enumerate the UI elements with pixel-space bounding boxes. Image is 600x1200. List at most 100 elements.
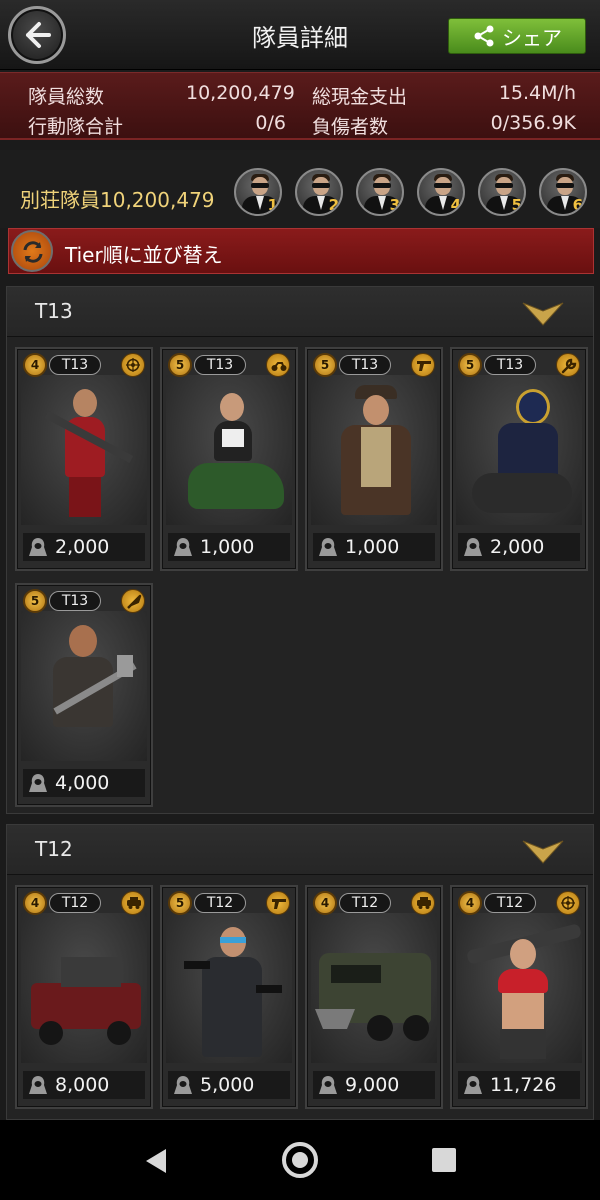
power-box: 4,000 xyxy=(23,769,145,797)
tier-panel-t12: T12 4 T12 8,000 5 T12 5,000 4 T12 9,000 … xyxy=(6,824,594,1120)
cash-value: 15.4M/h xyxy=(498,82,576,104)
member-portrait xyxy=(21,913,147,1063)
power-box: 8,000 xyxy=(23,1071,145,1099)
power-value: 5,000 xyxy=(200,1074,255,1096)
power-box: 9,000 xyxy=(313,1071,435,1099)
member-portrait xyxy=(21,611,147,761)
villa-label-text: 別荘隊員 xyxy=(20,188,100,212)
tier-badge: T13 xyxy=(194,355,246,375)
tier-badge: T12 xyxy=(194,893,246,913)
agent-slot-2[interactable]: 2 xyxy=(295,168,343,216)
power-value: 11,726 xyxy=(490,1074,557,1096)
tier-badge: T12 xyxy=(339,893,391,913)
tier-badge: T12 xyxy=(484,893,536,913)
system-nav-bar xyxy=(0,1120,600,1200)
power-box: 2,000 xyxy=(23,533,145,561)
member-card[interactable]: 5 T13 1,000 xyxy=(305,347,443,571)
power-box: 1,000 xyxy=(313,533,435,561)
power-value: 8,000 xyxy=(55,1074,110,1096)
agent-index: 3 xyxy=(389,196,400,214)
tier-badge: T13 xyxy=(49,591,101,611)
agent-index: 5 xyxy=(511,196,522,214)
injured-label: 負傷者数 xyxy=(312,116,389,138)
chevron-down-icon[interactable] xyxy=(521,837,565,865)
knife-icon xyxy=(121,589,145,613)
agent-slot-3[interactable]: 3 xyxy=(356,168,404,216)
hooded-figure-icon xyxy=(464,538,482,556)
agent-slot-4[interactable]: 4 xyxy=(417,168,465,216)
member-portrait xyxy=(166,375,292,525)
wrench-icon xyxy=(556,353,580,377)
member-card[interactable]: 4 T12 8,000 xyxy=(15,885,153,1109)
agent-index: 1 xyxy=(267,196,278,214)
power-value: 1,000 xyxy=(345,536,400,558)
nav-back-icon[interactable] xyxy=(144,1148,168,1174)
gun-icon xyxy=(411,353,435,377)
gun-icon xyxy=(266,891,290,915)
star-badge: 4 xyxy=(313,891,337,915)
power-value: 2,000 xyxy=(490,536,545,558)
power-box: 2,000 xyxy=(458,533,580,561)
power-box: 11,726 xyxy=(458,1071,580,1099)
member-card[interactable]: 5 T13 2,000 xyxy=(450,347,588,571)
agent-slot-1[interactable]: 1 xyxy=(234,168,282,216)
sort-icon xyxy=(11,230,53,272)
star-badge: 4 xyxy=(23,353,47,377)
nav-home-icon[interactable] xyxy=(282,1142,318,1178)
power-box: 1,000 xyxy=(168,533,290,561)
member-card[interactable]: 5 T13 4,000 xyxy=(15,583,153,807)
tier-badge: T12 xyxy=(49,893,101,913)
hooded-figure-icon xyxy=(29,1076,47,1094)
member-card[interactable]: 4 T12 9,000 xyxy=(305,885,443,1109)
header-bar: 隊員詳細 シェア xyxy=(0,0,600,70)
tier-panel-t13: T13 4 T13 2,000 5 T13 1,000 5 T13 1,000 … xyxy=(6,286,594,814)
villa-label: 別荘隊員10,200,479 xyxy=(20,184,215,213)
power-value: 1,000 xyxy=(200,536,255,558)
member-card[interactable]: 5 T13 1,000 xyxy=(160,347,298,571)
tier-title: T12 xyxy=(35,837,73,861)
tier-header-t12[interactable]: T12 xyxy=(7,825,593,875)
chevron-down-icon[interactable] xyxy=(521,299,565,327)
share-label: シェア xyxy=(502,25,562,50)
hooded-figure-icon xyxy=(174,538,192,556)
member-portrait xyxy=(166,913,292,1063)
star-badge: 5 xyxy=(458,353,482,377)
share-icon xyxy=(474,25,494,47)
agent-slot-5[interactable]: 5 xyxy=(478,168,526,216)
member-portrait xyxy=(456,913,582,1063)
nav-recents-icon[interactable] xyxy=(432,1148,456,1172)
villa-count: 10,200,479 xyxy=(100,188,215,212)
member-portrait xyxy=(456,375,582,525)
star-badge: 5 xyxy=(23,589,47,613)
motorcycle-icon xyxy=(266,353,290,377)
sort-by-tier-button[interactable]: Tier順に並び替え xyxy=(8,228,594,274)
squads-label: 行動隊合計 xyxy=(28,116,124,138)
power-value: 9,000 xyxy=(345,1074,400,1096)
target-icon xyxy=(121,353,145,377)
total-members-value: 10,200,479 xyxy=(186,82,295,104)
hooded-figure-icon xyxy=(174,1076,192,1094)
target-icon xyxy=(556,891,580,915)
hooded-figure-icon xyxy=(464,1076,482,1094)
hooded-figure-icon xyxy=(29,538,47,556)
vehicle-icon xyxy=(121,891,145,915)
power-value: 4,000 xyxy=(55,772,110,794)
member-card[interactable]: 5 T12 5,000 xyxy=(160,885,298,1109)
power-value: 2,000 xyxy=(55,536,110,558)
share-button[interactable]: シェア xyxy=(448,18,586,54)
hooded-figure-icon xyxy=(29,774,47,792)
agent-slot-6[interactable]: 6 xyxy=(539,168,587,216)
tier-badge: T13 xyxy=(49,355,101,375)
injured-value: 0/356.9K xyxy=(490,112,576,134)
agent-index: 4 xyxy=(450,196,461,214)
total-members-label: 隊員総数 xyxy=(28,86,105,108)
vehicle-icon xyxy=(411,891,435,915)
hooded-figure-icon xyxy=(319,1076,337,1094)
star-badge: 4 xyxy=(458,891,482,915)
cash-label: 総現金支出 xyxy=(312,86,408,108)
tier-header-t13[interactable]: T13 xyxy=(7,287,593,337)
tier-badge: T13 xyxy=(339,355,391,375)
member-card[interactable]: 4 T12 11,726 xyxy=(450,885,588,1109)
member-card[interactable]: 4 T13 2,000 xyxy=(15,347,153,571)
sort-label: Tier順に並び替え xyxy=(65,243,223,267)
